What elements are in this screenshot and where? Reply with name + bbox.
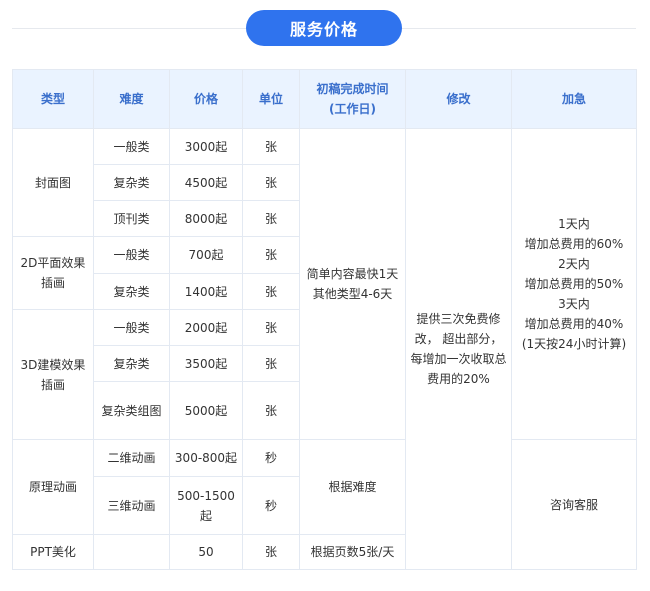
price-cell: 300-800起 xyxy=(169,439,243,477)
price-cell: 50 xyxy=(169,534,243,570)
price-cell: 5000起 xyxy=(169,381,243,440)
page: 服务价格 类型 难度 价格 单位 初稿完成时间 (工作日) 修改 加急 封面图 … xyxy=(0,0,650,591)
unit-cell: 张 xyxy=(242,345,300,382)
rush-line: 3天内 xyxy=(558,297,590,311)
header-type: 类型 xyxy=(12,69,94,129)
table-row: 封面图 一般类 3000起 张 简单内容最快1天 其他类型4-6天 提供三次免费… xyxy=(12,128,637,570)
first-draft-animation: 根据难度 xyxy=(299,439,406,535)
rush-line: 增加总费用的60% xyxy=(524,237,624,251)
unit-cell: 秒 xyxy=(242,476,300,535)
header-revision: 修改 xyxy=(405,69,512,129)
header-first-draft-line1: 初稿完成时间 xyxy=(316,82,389,96)
unit-cell: 张 xyxy=(242,128,300,165)
unit-cell: 张 xyxy=(242,309,300,346)
difficulty-cell: 复杂类 xyxy=(93,345,170,382)
category-cover: 封面图 xyxy=(12,128,94,237)
difficulty-cell: 顶刊类 xyxy=(93,200,170,237)
unit-cell: 张 xyxy=(242,273,300,310)
difficulty-cell: 二维动画 xyxy=(93,439,170,477)
unit-cell: 张 xyxy=(242,534,300,570)
rush-consult: 咨询客服 xyxy=(511,439,637,570)
rush-line: (1天按24小时计算) xyxy=(521,337,627,351)
price-cell: 500-1500起 xyxy=(169,476,243,535)
unit-cell: 张 xyxy=(242,164,300,201)
table-row: 原理动画 二维动画 300-800起 秒 根据难度 咨询客服 xyxy=(12,439,637,570)
category-3d: 3D建模效果插画 xyxy=(12,309,94,440)
unit-cell: 秒 xyxy=(242,439,300,477)
rush-line: 2天内 xyxy=(558,257,590,271)
rush-line: 增加总费用的50% xyxy=(524,277,624,291)
first-draft-ppt: 根据页数5张/天 xyxy=(299,534,406,570)
unit-cell: 张 xyxy=(242,200,300,237)
difficulty-cell: 复杂类 xyxy=(93,273,170,310)
price-cell: 2000起 xyxy=(169,309,243,346)
unit-cell: 张 xyxy=(242,381,300,440)
page-title: 服务价格 xyxy=(246,10,402,46)
price-cell: 700起 xyxy=(169,236,243,274)
difficulty-cell: 一般类 xyxy=(93,236,170,274)
difficulty-cell: 一般类 xyxy=(93,128,170,165)
price-cell: 8000起 xyxy=(169,200,243,237)
category-animation: 原理动画 xyxy=(12,439,94,535)
first-draft-illustration: 简单内容最快1天 其他类型4-6天 xyxy=(299,128,406,440)
difficulty-cell: 三维动画 xyxy=(93,476,170,535)
difficulty-cell xyxy=(93,534,170,570)
category-ppt: PPT美化 xyxy=(12,534,94,570)
price-cell: 3000起 xyxy=(169,128,243,165)
difficulty-cell: 一般类 xyxy=(93,309,170,346)
rush-line: 增加总费用的40% xyxy=(524,317,624,331)
unit-cell: 张 xyxy=(242,236,300,274)
difficulty-cell: 复杂类组图 xyxy=(93,381,170,440)
rush-terms: 1天内 增加总费用的60% 2天内 增加总费用的50% 3天内 增加总费用的40… xyxy=(511,128,637,440)
header-unit: 单位 xyxy=(242,69,300,129)
header-price: 价格 xyxy=(169,69,243,129)
header-difficulty: 难度 xyxy=(93,69,170,129)
price-cell: 4500起 xyxy=(169,164,243,201)
revision-note: 提供三次免费修改， 超出部分，每增加一次收取总费用的20% xyxy=(405,128,512,570)
category-2d: 2D平面效果插画 xyxy=(12,236,94,310)
price-cell: 3500起 xyxy=(169,345,243,382)
table-header-row: 类型 难度 价格 单位 初稿完成时间 (工作日) 修改 加急 xyxy=(12,69,637,129)
header-rush: 加急 xyxy=(511,69,637,129)
difficulty-cell: 复杂类 xyxy=(93,164,170,201)
header-first-draft-line2: (工作日) xyxy=(329,102,376,116)
header-first-draft: 初稿完成时间 (工作日) xyxy=(299,69,406,129)
price-cell: 1400起 xyxy=(169,273,243,310)
rush-line: 1天内 xyxy=(558,217,590,231)
price-table: 类型 难度 价格 单位 初稿完成时间 (工作日) 修改 加急 封面图 一般类 3… xyxy=(12,69,637,570)
